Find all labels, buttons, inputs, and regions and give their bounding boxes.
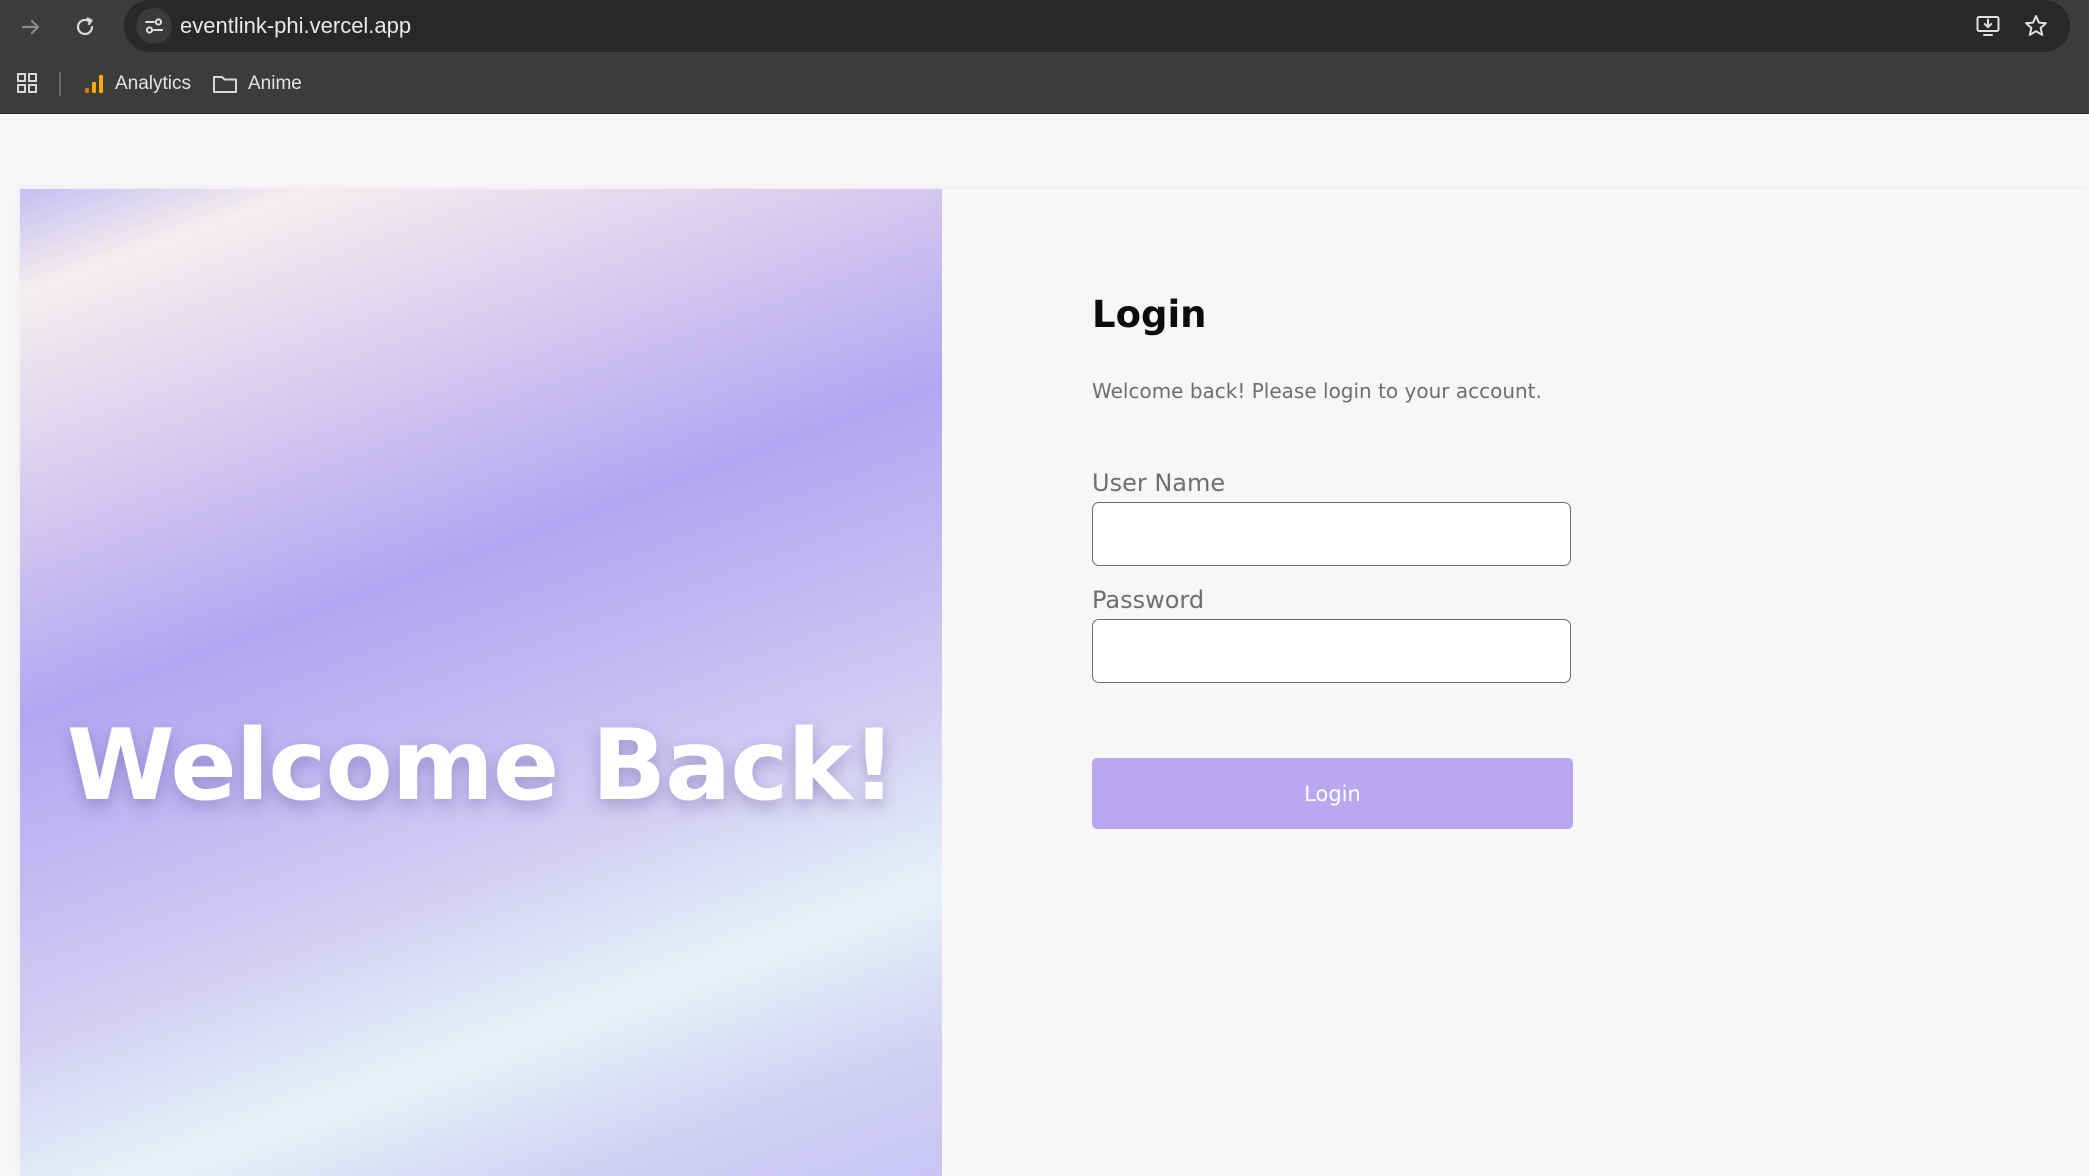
address-bar[interactable]: eventlink-phi.vercel.app bbox=[124, 0, 2070, 52]
apps-grid-icon bbox=[17, 73, 37, 93]
browser-toolbar: eventlink-phi.vercel.app bbox=[0, 0, 2089, 54]
reload-icon bbox=[76, 17, 94, 36]
folder-icon bbox=[213, 76, 237, 93]
forward-button[interactable] bbox=[13, 9, 49, 45]
password-label: Password bbox=[1092, 586, 1205, 614]
site-settings-icon bbox=[145, 18, 163, 34]
analytics-icon bbox=[85, 75, 103, 93]
url-text[interactable]: eventlink-phi.vercel.app bbox=[180, 0, 411, 52]
bookmark-anime-folder[interactable]: Anime bbox=[212, 64, 302, 104]
install-app-button[interactable] bbox=[1970, 8, 2006, 44]
bookmark-star-button[interactable] bbox=[2018, 8, 2054, 44]
login-button[interactable]: Login bbox=[1092, 758, 1573, 829]
reload-button[interactable] bbox=[67, 9, 103, 45]
username-input[interactable] bbox=[1092, 502, 1571, 566]
hero-panel: Welcome Back! bbox=[20, 189, 942, 1176]
bookmark-label: Anime bbox=[248, 73, 302, 94]
bookmark-label: Analytics bbox=[115, 73, 192, 94]
hero-title: Welcome Back! bbox=[66, 709, 897, 823]
page-viewport: Welcome Back! Login Welcome back! Please… bbox=[0, 114, 2089, 1176]
login-card: Welcome Back! Login Welcome back! Please… bbox=[20, 189, 2089, 1176]
username-label: User Name bbox=[1092, 469, 1226, 497]
forward-arrow-icon bbox=[21, 19, 40, 35]
site-info-button[interactable] bbox=[136, 8, 172, 44]
login-subtitle: Welcome back! Please login to your accou… bbox=[1092, 379, 1542, 403]
bookmarks-bar: Analytics Anime bbox=[0, 54, 2089, 114]
bookmarks-separator bbox=[59, 72, 61, 96]
password-input[interactable] bbox=[1092, 619, 1571, 683]
star-icon bbox=[2025, 15, 2047, 36]
apps-button[interactable] bbox=[12, 68, 42, 98]
login-title: Login bbox=[1092, 293, 1207, 336]
bookmark-analytics[interactable]: Analytics bbox=[83, 64, 191, 104]
install-app-icon bbox=[1976, 16, 2000, 36]
